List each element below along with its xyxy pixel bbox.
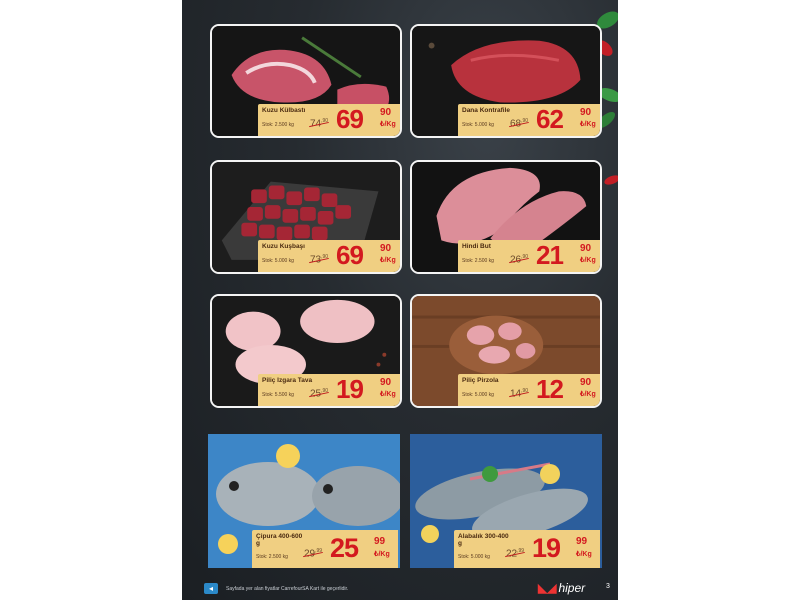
price-unit: ₺/Kg [580, 121, 596, 128]
new-price-decimals: 90 [380, 243, 392, 254]
new-price-decimals: 99 [576, 536, 588, 547]
product-name: Alabalık 300-400 g [458, 533, 509, 547]
price-unit: ₺/Kg [576, 551, 592, 558]
price-tag: Kuzu Külbastı Stok: 2.500 kg 74,90 69 90… [258, 104, 400, 136]
price-tag: Hindi But Stok: 2.500 kg 26,90 21 90 ₺/K… [458, 240, 600, 272]
old-price: 26,90 [510, 254, 529, 266]
new-price-decimals: 99 [374, 536, 386, 547]
old-price: 22,99 [506, 548, 525, 560]
price-unit: ₺/Kg [380, 121, 396, 128]
stock-text: Stok: 2.500 kg [462, 258, 494, 264]
product-name: Kuzu Kuşbaşı [262, 243, 305, 250]
stock-text: Stok: 2.500 kg [256, 554, 288, 560]
new-price: 62 [536, 104, 564, 134]
product-name: Kuzu Külbastı [262, 107, 306, 114]
price-unit: ₺/Kg [580, 257, 596, 264]
stock-text: Stok: 5.000 kg [462, 122, 494, 128]
new-price: 25 [330, 533, 359, 563]
new-price-decimals: 90 [580, 243, 592, 254]
page-number: 3 [606, 583, 610, 590]
old-price: 74,90 [310, 118, 329, 130]
brand-logo: ◣◢ hiper [538, 581, 586, 595]
carrefour-logo-icon: ◣◢ [538, 581, 557, 595]
price-tag: Dana Kontrafile Stok: 5.000 kg 68,90 62 … [458, 104, 600, 136]
flyer-page: Kuzu Külbastı Stok: 2.500 kg 74,90 69 90… [182, 0, 618, 600]
product-card: Kuzu Kuşbaşı Stok: 5.000 kg 73,90 69 90 … [210, 160, 402, 274]
old-price: 25,90 [310, 388, 329, 400]
product-card: Çipura 400-600 g Stok: 2.500 kg 29,99 25… [208, 434, 400, 568]
price-unit: ₺/Kg [380, 391, 396, 398]
card-icon: ◂ [204, 583, 218, 594]
old-price: 73,90 [310, 254, 329, 266]
stock-text: Stok: 5.000 kg [458, 554, 490, 560]
price-tag: Piliç Izgara Tava Stok: 5.500 kg 25,90 1… [258, 374, 400, 406]
product-name: Dana Kontrafile [462, 107, 511, 114]
price-tag: Piliç Pirzola Stok: 5.000 kg 14,90 12 90… [458, 374, 600, 406]
product-name: Hindi But [462, 243, 491, 250]
product-card: Piliç Izgara Tava Stok: 5.500 kg 25,90 1… [210, 294, 402, 408]
price-tag: Çipura 400-600 g Stok: 2.500 kg 29,99 25… [252, 530, 398, 568]
price-tag: Alabalık 300-400 g Stok: 5.000 kg 22,99 … [454, 530, 600, 568]
new-price: 69 [336, 104, 364, 134]
new-price: 19 [336, 374, 364, 404]
new-price-decimals: 90 [580, 107, 592, 118]
footer: ◂ Sayfada yer alan fiyatlar CarrefourSA … [182, 578, 618, 600]
price-tag: Kuzu Kuşbaşı Stok: 5.000 kg 73,90 69 90 … [258, 240, 400, 272]
price-unit: ₺/Kg [580, 391, 596, 398]
old-price: 68,90 [510, 118, 529, 130]
stock-text: Stok: 5.500 kg [262, 392, 294, 398]
old-price: 29,99 [304, 548, 323, 560]
product-card: Alabalık 300-400 g Stok: 5.000 kg 22,99 … [410, 434, 602, 568]
stock-text: Stok: 5.000 kg [262, 258, 294, 264]
product-card: Dana Kontrafile Stok: 5.000 kg 68,90 62 … [410, 24, 602, 138]
new-price-decimals: 90 [580, 377, 592, 388]
new-price: 19 [532, 533, 561, 563]
stock-text: Stok: 2.500 kg [262, 122, 294, 128]
product-name: Çipura 400-600 g [256, 533, 303, 547]
stock-text: Stok: 5.000 kg [462, 392, 494, 398]
new-price: 12 [536, 374, 564, 404]
product-card: Hindi But Stok: 2.500 kg 26,90 21 90 ₺/K… [410, 160, 602, 274]
footer-note: Sayfada yer alan fiyatlar CarrefourSA Ka… [226, 586, 349, 592]
new-price: 69 [336, 240, 364, 270]
price-unit: ₺/Kg [374, 551, 390, 558]
product-name: Piliç Pirzola [462, 377, 499, 384]
old-price: 14,90 [510, 388, 529, 400]
product-card: Kuzu Külbastı Stok: 2.500 kg 74,90 69 90… [210, 24, 402, 138]
product-name: Piliç Izgara Tava [262, 377, 313, 384]
new-price: 21 [536, 240, 564, 270]
price-unit: ₺/Kg [380, 257, 396, 264]
new-price-decimals: 90 [380, 377, 392, 388]
product-card: Piliç Pirzola Stok: 5.000 kg 14,90 12 90… [410, 294, 602, 408]
new-price-decimals: 90 [380, 107, 392, 118]
